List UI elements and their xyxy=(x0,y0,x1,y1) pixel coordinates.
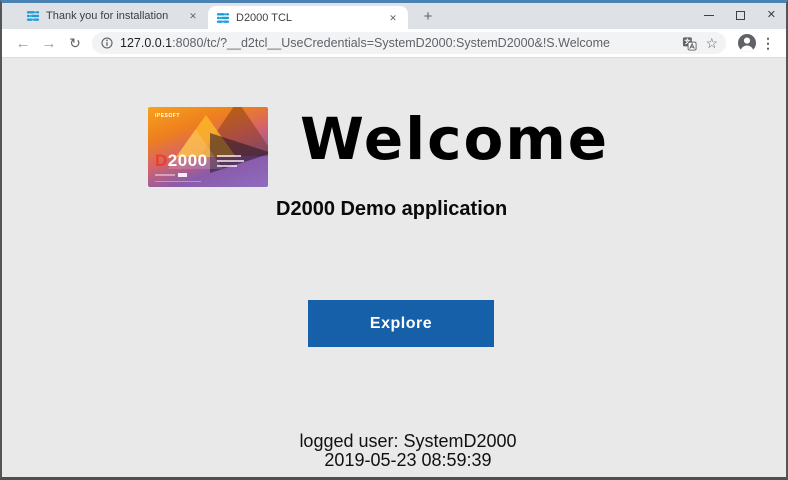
page-subtitle: D2000 Demo application xyxy=(276,198,507,221)
page-content: IPESOFT D2000 Welcome D2000 Demo applica… xyxy=(2,58,786,477)
window-controls: ✕ xyxy=(704,3,780,27)
logged-user-text: logged user: SystemD2000 xyxy=(30,432,786,451)
tab-strip: Thank you for installation ✕ D2000 TCL ✕… xyxy=(2,3,786,29)
logo-version-badge xyxy=(178,173,187,177)
browser-window: Thank you for installation ✕ D2000 TCL ✕… xyxy=(0,0,788,480)
profile-avatar-icon[interactable] xyxy=(736,32,758,54)
bookmark-star-icon[interactable]: ☆ xyxy=(705,36,718,50)
tab-d2000-tcl[interactable]: D2000 TCL ✕ xyxy=(208,6,408,29)
d2000-favicon-icon xyxy=(26,9,40,23)
logo-fineprint-line xyxy=(217,155,241,157)
logo-fineprint-line xyxy=(155,174,175,176)
browser-toolbar: ← → ↻ 127.0.0.1:8080/tc/?__d2tcl__UseCre… xyxy=(2,29,786,58)
logo-fineprint-line xyxy=(155,181,201,182)
back-button[interactable]: ← xyxy=(10,35,36,52)
tab-title: D2000 TCL xyxy=(236,12,380,24)
d2000-favicon-icon xyxy=(216,11,230,25)
new-tab-button[interactable]: + xyxy=(418,7,438,27)
session-info: logged user: SystemD2000 2019-05-23 08:5… xyxy=(30,432,786,470)
address-bar[interactable]: 127.0.0.1:8080/tc/?__d2tcl__UseCredentia… xyxy=(92,32,726,54)
reload-button[interactable]: ↻ xyxy=(62,35,88,52)
logo-fineprint-line xyxy=(217,160,244,162)
d2000-product-logo: IPESOFT D2000 xyxy=(148,107,268,187)
translate-icon[interactable] xyxy=(682,36,697,51)
page-title: Welcome xyxy=(300,110,609,168)
minimize-button[interactable] xyxy=(704,15,714,16)
window-close-button[interactable]: ✕ xyxy=(767,10,776,20)
forward-button[interactable]: → xyxy=(36,35,62,52)
url-host: 127.0.0.1 xyxy=(120,36,172,50)
maximize-button[interactable] xyxy=(736,11,745,20)
d2000-wordmark: D2000 xyxy=(155,151,208,171)
tab-thank-you-for-installation[interactable]: Thank you for installation ✕ xyxy=(18,3,208,29)
tab-close-button[interactable]: ✕ xyxy=(386,11,400,25)
browser-menu-icon[interactable]: ⋮ xyxy=(758,35,778,52)
session-timestamp: 2019-05-23 08:59:39 xyxy=(30,451,786,470)
tab-title: Thank you for installation xyxy=(46,10,180,22)
url-path: :8080/tc/?__d2tcl__UseCredentials=System… xyxy=(172,36,610,50)
logo-fineprint-line xyxy=(217,165,237,167)
page-info-icon[interactable] xyxy=(100,36,114,50)
ipesoft-brand-label: IPESOFT xyxy=(155,113,180,119)
tab-close-button[interactable]: ✕ xyxy=(186,9,200,23)
explore-button[interactable]: Explore xyxy=(308,300,494,347)
d2000-wordmark-letter: D xyxy=(155,151,168,170)
d2000-wordmark-number: 2000 xyxy=(168,151,208,170)
url-text: 127.0.0.1:8080/tc/?__d2tcl__UseCredentia… xyxy=(120,36,674,50)
